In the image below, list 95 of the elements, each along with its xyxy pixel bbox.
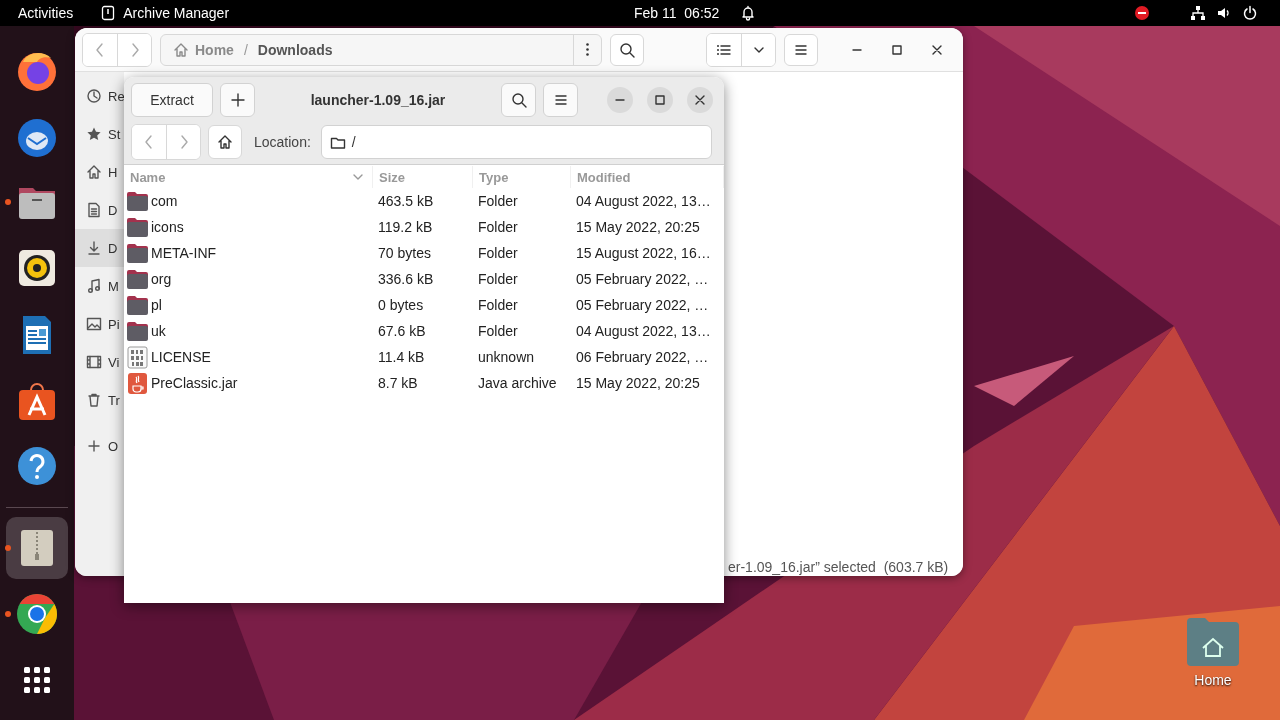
folder-icon xyxy=(126,215,149,239)
table-cell-text: unknown xyxy=(477,349,536,365)
plus-icon xyxy=(86,438,102,454)
table-cell-text: 336.6 kB xyxy=(377,271,435,287)
path-button[interactable]: Downloads xyxy=(253,34,337,65)
sidebar-item[interactable]: Re xyxy=(75,77,124,115)
table-cell-text: 0 bytes xyxy=(377,297,425,313)
sidebar-item[interactable]: M xyxy=(75,267,124,305)
activities-button[interactable]: Activities xyxy=(0,0,92,26)
minimize-icon xyxy=(852,48,862,51)
location-field[interactable]: / xyxy=(320,124,712,159)
table-cell-text: Folder xyxy=(477,193,519,209)
folder-icon xyxy=(126,267,149,291)
sidebar-item[interactable]: Vi xyxy=(75,343,124,381)
sidebar-item[interactable]: Tr xyxy=(75,381,124,419)
status-text: er-1.09_16.jar” selected (603.7 kB) xyxy=(728,559,949,575)
app-menu[interactable]: Archive Manager xyxy=(91,0,240,26)
folder-icon xyxy=(126,189,149,213)
table-cell-text: 11.4 kB xyxy=(377,349,426,365)
table-cell-text: 8.7 kB xyxy=(377,375,419,391)
home-icon xyxy=(217,133,233,150)
menu-icon xyxy=(552,92,569,108)
add-button[interactable] xyxy=(220,83,255,117)
table-cell-text: 67.6 kB xyxy=(377,323,427,339)
file-name[interactable]: org xyxy=(151,271,172,287)
table-cell-text: 04 August 2022, 13… xyxy=(575,193,712,209)
table-cell-text: 15 August 2022, 16… xyxy=(575,245,712,261)
table-cell-text: Java archive xyxy=(477,375,558,391)
document-icon xyxy=(86,202,102,218)
location-label: Location: xyxy=(254,133,311,150)
network-icon[interactable] xyxy=(1190,5,1206,21)
star-icon xyxy=(86,126,102,142)
search-icon xyxy=(619,41,635,58)
maximize-icon xyxy=(652,92,668,108)
file-name[interactable]: uk xyxy=(151,323,166,339)
file-name[interactable]: icons xyxy=(151,219,184,235)
sidebar-item[interactable]: D xyxy=(75,229,124,267)
table-cell-text: 15 May 2022, 20:25 xyxy=(575,375,701,391)
menu-button[interactable] xyxy=(543,83,578,117)
extract-button[interactable]: Extract xyxy=(131,83,213,117)
menu-button[interactable] xyxy=(784,33,818,66)
archive-icon xyxy=(101,5,116,21)
download-icon xyxy=(86,240,102,256)
table-cell-text: 05 February 2022, … xyxy=(575,297,710,313)
table-cell-text: Folder xyxy=(477,219,519,235)
table-cell-text: 15 May 2022, 20:25 xyxy=(575,219,701,235)
table-cell-text: 463.5 kB xyxy=(377,193,435,209)
path-separator: / xyxy=(242,41,249,58)
home-folder-icon[interactable] xyxy=(1185,616,1241,668)
no-entry-icon[interactable] xyxy=(1134,5,1150,21)
file-name[interactable]: com xyxy=(151,193,178,209)
sidebar-item[interactable]: Pi xyxy=(75,305,124,343)
dock-button[interactable] xyxy=(6,517,68,579)
file-name[interactable]: pl xyxy=(151,297,162,313)
table-cell-text: Folder xyxy=(477,323,519,339)
table-cell-text: Folder xyxy=(477,297,519,313)
maximize-button[interactable] xyxy=(647,87,673,113)
search-button[interactable] xyxy=(501,83,536,117)
folder-icon xyxy=(126,293,149,317)
minimize-icon xyxy=(615,99,625,101)
sidebar-item[interactable]: D xyxy=(75,191,124,229)
home-button[interactable] xyxy=(208,124,242,159)
file-name[interactable]: META-INF xyxy=(151,245,217,261)
home-icon xyxy=(173,41,189,58)
table-cell-text: 119.2 kB xyxy=(377,219,434,235)
more-icon xyxy=(586,43,589,56)
table-cell-text: Folder xyxy=(477,271,519,287)
table-cell-text: 06 February 2022, … xyxy=(575,349,710,365)
table-cell-text: Folder xyxy=(477,245,519,261)
plus-icon xyxy=(229,92,246,108)
minimize-button[interactable] xyxy=(607,87,633,113)
file-name[interactable]: LICENSE xyxy=(151,349,211,365)
image-icon xyxy=(86,316,102,332)
film-icon xyxy=(86,354,102,370)
table-cell-text: 05 February 2022, … xyxy=(575,271,710,287)
table-cell-text: 70 bytes xyxy=(377,245,432,261)
music-note-icon xyxy=(86,278,102,294)
power-icon[interactable] xyxy=(1242,5,1258,21)
sidebar-item[interactable]: H xyxy=(75,153,124,191)
clock[interactable]: Feb 11 06:52 xyxy=(634,5,720,21)
window-title: launcher-1.09_16.jar xyxy=(309,92,447,108)
clock-icon xyxy=(86,88,102,104)
folder-icon xyxy=(126,241,149,265)
sidebar-item[interactable]: O xyxy=(75,427,124,465)
file-name[interactable]: PreClassic.jar xyxy=(151,375,238,391)
trash-icon xyxy=(86,392,102,408)
table-cell-text: 04 August 2022, 13… xyxy=(575,323,712,339)
speaker-icon[interactable] xyxy=(1216,5,1232,21)
search-icon xyxy=(510,92,527,108)
round-logo-icon xyxy=(15,592,59,636)
folder-icon xyxy=(126,319,149,343)
home-icon xyxy=(86,164,102,180)
help-icon xyxy=(15,444,59,488)
search-button[interactable] xyxy=(610,33,644,66)
sidebar-item[interactable]: St xyxy=(75,115,124,153)
